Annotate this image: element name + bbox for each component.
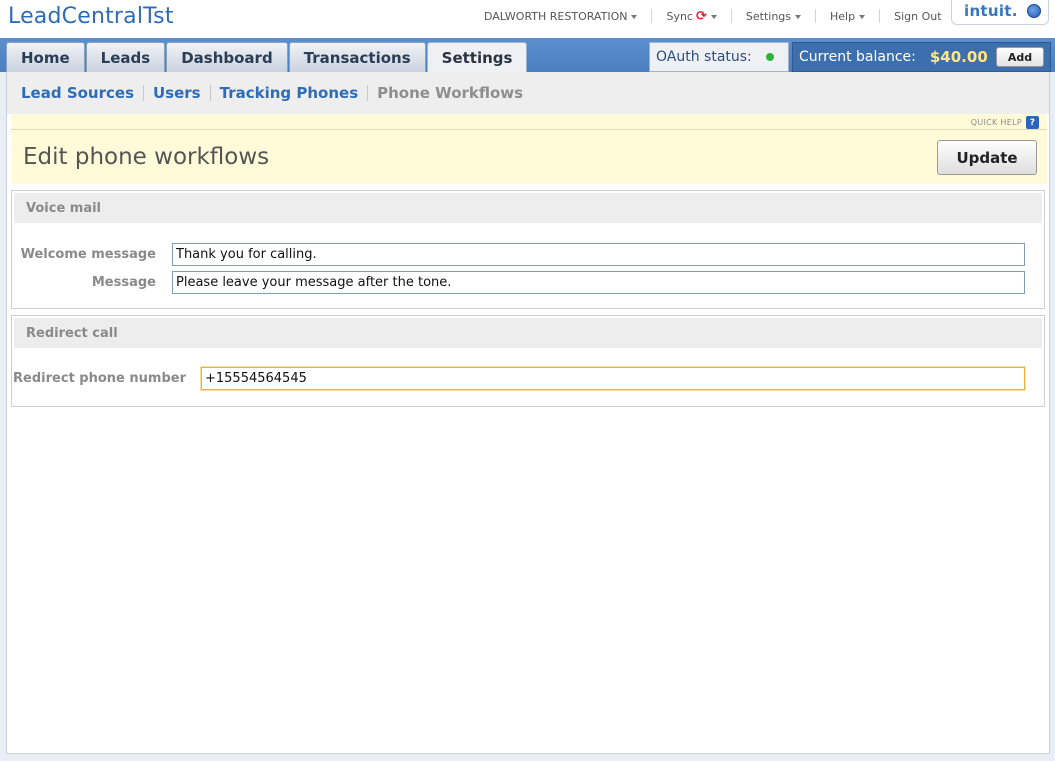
tab-home[interactable]: Home [6, 42, 85, 72]
intuit-logo: intuit. [964, 2, 1018, 20]
company-menu-label: DALWORTH RESTORATION [484, 9, 628, 23]
chevron-down-icon [795, 14, 802, 19]
redirect-heading: Redirect call [14, 318, 1042, 348]
chevron-down-icon [859, 14, 866, 19]
subnav-tracking-phones[interactable]: Tracking Phones [211, 85, 369, 101]
redirect-phone-input[interactable] [201, 367, 1025, 390]
chevron-down-icon [631, 14, 638, 19]
redirect-phone-label: Redirect phone number [13, 371, 186, 386]
page-header: QUICK HELP ? Edit phone workflows Update [11, 114, 1047, 184]
quick-help[interactable]: QUICK HELP ? [971, 116, 1039, 129]
status-dot-icon [765, 53, 774, 61]
tab-dashboard[interactable]: Dashboard [166, 42, 288, 72]
help-menu-label: Help [830, 9, 856, 23]
message-input[interactable] [172, 271, 1025, 294]
oauth-status-label: OAuth status: [656, 49, 752, 65]
company-menu[interactable]: DALWORTH RESTORATION [480, 9, 653, 23]
subnav-phone-workflows: Phone Workflows [377, 84, 524, 102]
subnav-lead-sources[interactable]: Lead Sources [21, 85, 144, 101]
subnav-users[interactable]: Users [144, 85, 211, 101]
settings-menu[interactable]: Settings [732, 9, 817, 23]
settings-menu-label: Settings [745, 9, 792, 23]
help-icon: ? [1026, 116, 1039, 129]
chevron-down-icon [710, 14, 717, 19]
sync-icon: ⟳ [695, 8, 707, 24]
redirect-phone-row: Redirect phone number [12, 367, 1025, 390]
current-balance: Current balance: $40.00 Add [792, 42, 1051, 72]
intuit-brand[interactable]: intuit. [951, 0, 1049, 25]
intuit-globe-icon [1027, 4, 1041, 18]
balance-label: Current balance: [799, 49, 916, 65]
redirect-section: Redirect call Redirect phone number [11, 315, 1045, 407]
main-tabs: Home Leads Dashboard Transactions Settin… [6, 42, 528, 73]
oauth-status: OAuth status: [649, 42, 789, 72]
page-title: Edit phone workflows [23, 144, 270, 170]
settings-subnav: Lead Sources Users Tracking Phones Phone… [7, 72, 1049, 114]
update-button[interactable]: Update [937, 140, 1037, 175]
add-balance-button[interactable]: Add [996, 47, 1044, 67]
sync-menu-label: Sync [666, 9, 693, 23]
balance-amount: $40.00 [929, 48, 988, 66]
message-label: Message [91, 275, 156, 290]
sync-menu[interactable]: Sync ⟳ [652, 8, 732, 24]
main-content: Lead Sources Users Tracking Phones Phone… [6, 72, 1050, 754]
quick-help-label: QUICK HELP [970, 118, 1022, 127]
help-menu[interactable]: Help [816, 9, 881, 23]
top-header: LeadCentralTst DALWORTH RESTORATION Sync… [0, 0, 1055, 38]
tab-settings[interactable]: Settings [426, 42, 528, 73]
app-title: LeadCentralTst [8, 4, 174, 29]
voicemail-section: Voice mail Welcome message Message [11, 190, 1045, 309]
main-nav-band: Home Leads Dashboard Transactions Settin… [0, 38, 1055, 73]
tab-transactions[interactable]: Transactions [288, 42, 426, 72]
top-nav: DALWORTH RESTORATION Sync ⟳ Settings Hel… [480, 8, 942, 24]
tab-leads[interactable]: Leads [85, 42, 166, 72]
welcome-message-input[interactable] [172, 243, 1025, 266]
sign-out-label: Sign Out [894, 9, 942, 23]
welcome-message-label: Welcome message [20, 247, 156, 262]
message-row: Message [12, 271, 1025, 294]
divider [11, 129, 1047, 130]
welcome-message-row: Welcome message [12, 243, 1025, 266]
voicemail-heading: Voice mail [14, 193, 1042, 223]
sign-out-link[interactable]: Sign Out [880, 9, 941, 23]
